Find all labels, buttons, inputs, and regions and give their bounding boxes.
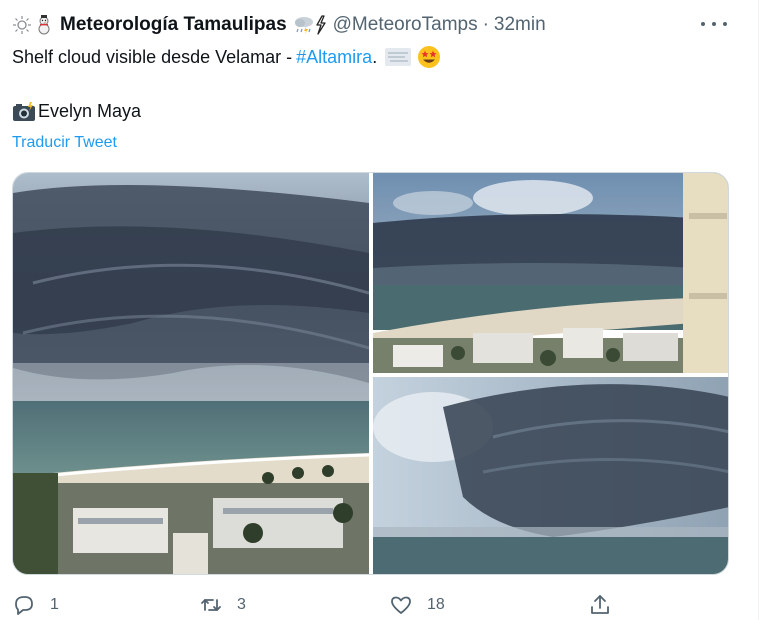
heart-icon xyxy=(391,596,411,614)
media-grid xyxy=(12,172,729,575)
translate-tweet-link[interactable]: Traducir Tweet xyxy=(12,134,117,152)
share-icon xyxy=(591,595,609,614)
shelf-cloud-photo-sea[interactable] xyxy=(373,377,728,574)
credit-name: Evelyn Maya xyxy=(38,101,142,121)
separator-dot: · xyxy=(482,14,489,35)
tweet-text: Shelf cloud visible desde Velamar - #Alt… xyxy=(12,45,443,69)
like-count: 18 xyxy=(427,596,445,613)
author-name[interactable]: Meteorología Tamaulipas xyxy=(60,14,287,36)
retweet-count: 3 xyxy=(237,596,246,613)
star-struck-icon xyxy=(417,45,441,69)
tweet-card: Meteorología Tamaulipas @MeteoroTamps · … xyxy=(0,0,759,620)
photo-credit: Evelyn Maya xyxy=(12,101,141,122)
shelf-cloud-photo-beach[interactable] xyxy=(13,173,369,574)
fog-icon xyxy=(385,47,412,67)
lightning-icon xyxy=(315,15,327,35)
reply-icon xyxy=(15,596,33,615)
tweet-period: . xyxy=(372,46,378,67)
reply-button[interactable]: 1 xyxy=(12,592,59,618)
camera-flash-icon xyxy=(12,101,36,122)
hashtag-link[interactable]: #Altamira xyxy=(296,47,372,68)
like-button[interactable]: 18 xyxy=(389,592,445,618)
cloud-storm-icon xyxy=(293,15,313,35)
share-button[interactable] xyxy=(588,592,626,618)
more-options-icon[interactable] xyxy=(701,14,727,34)
retweet-button[interactable]: 3 xyxy=(199,592,246,618)
reply-count: 1 xyxy=(50,596,59,613)
retweet-icon xyxy=(201,599,221,611)
shelf-cloud-photo-coast[interactable] xyxy=(373,173,728,373)
tweet-header: Meteorología Tamaulipas @MeteoroTamps · … xyxy=(12,12,546,38)
author-handle[interactable]: @MeteoroTamps xyxy=(333,14,478,36)
action-bar: 1 3 18 xyxy=(12,592,632,618)
tweet-body: Shelf cloud visible desde Velamar - xyxy=(12,46,293,67)
tweet-time[interactable]: 32min xyxy=(494,14,546,36)
sun-icon xyxy=(12,15,32,35)
snowman-icon xyxy=(34,15,54,35)
